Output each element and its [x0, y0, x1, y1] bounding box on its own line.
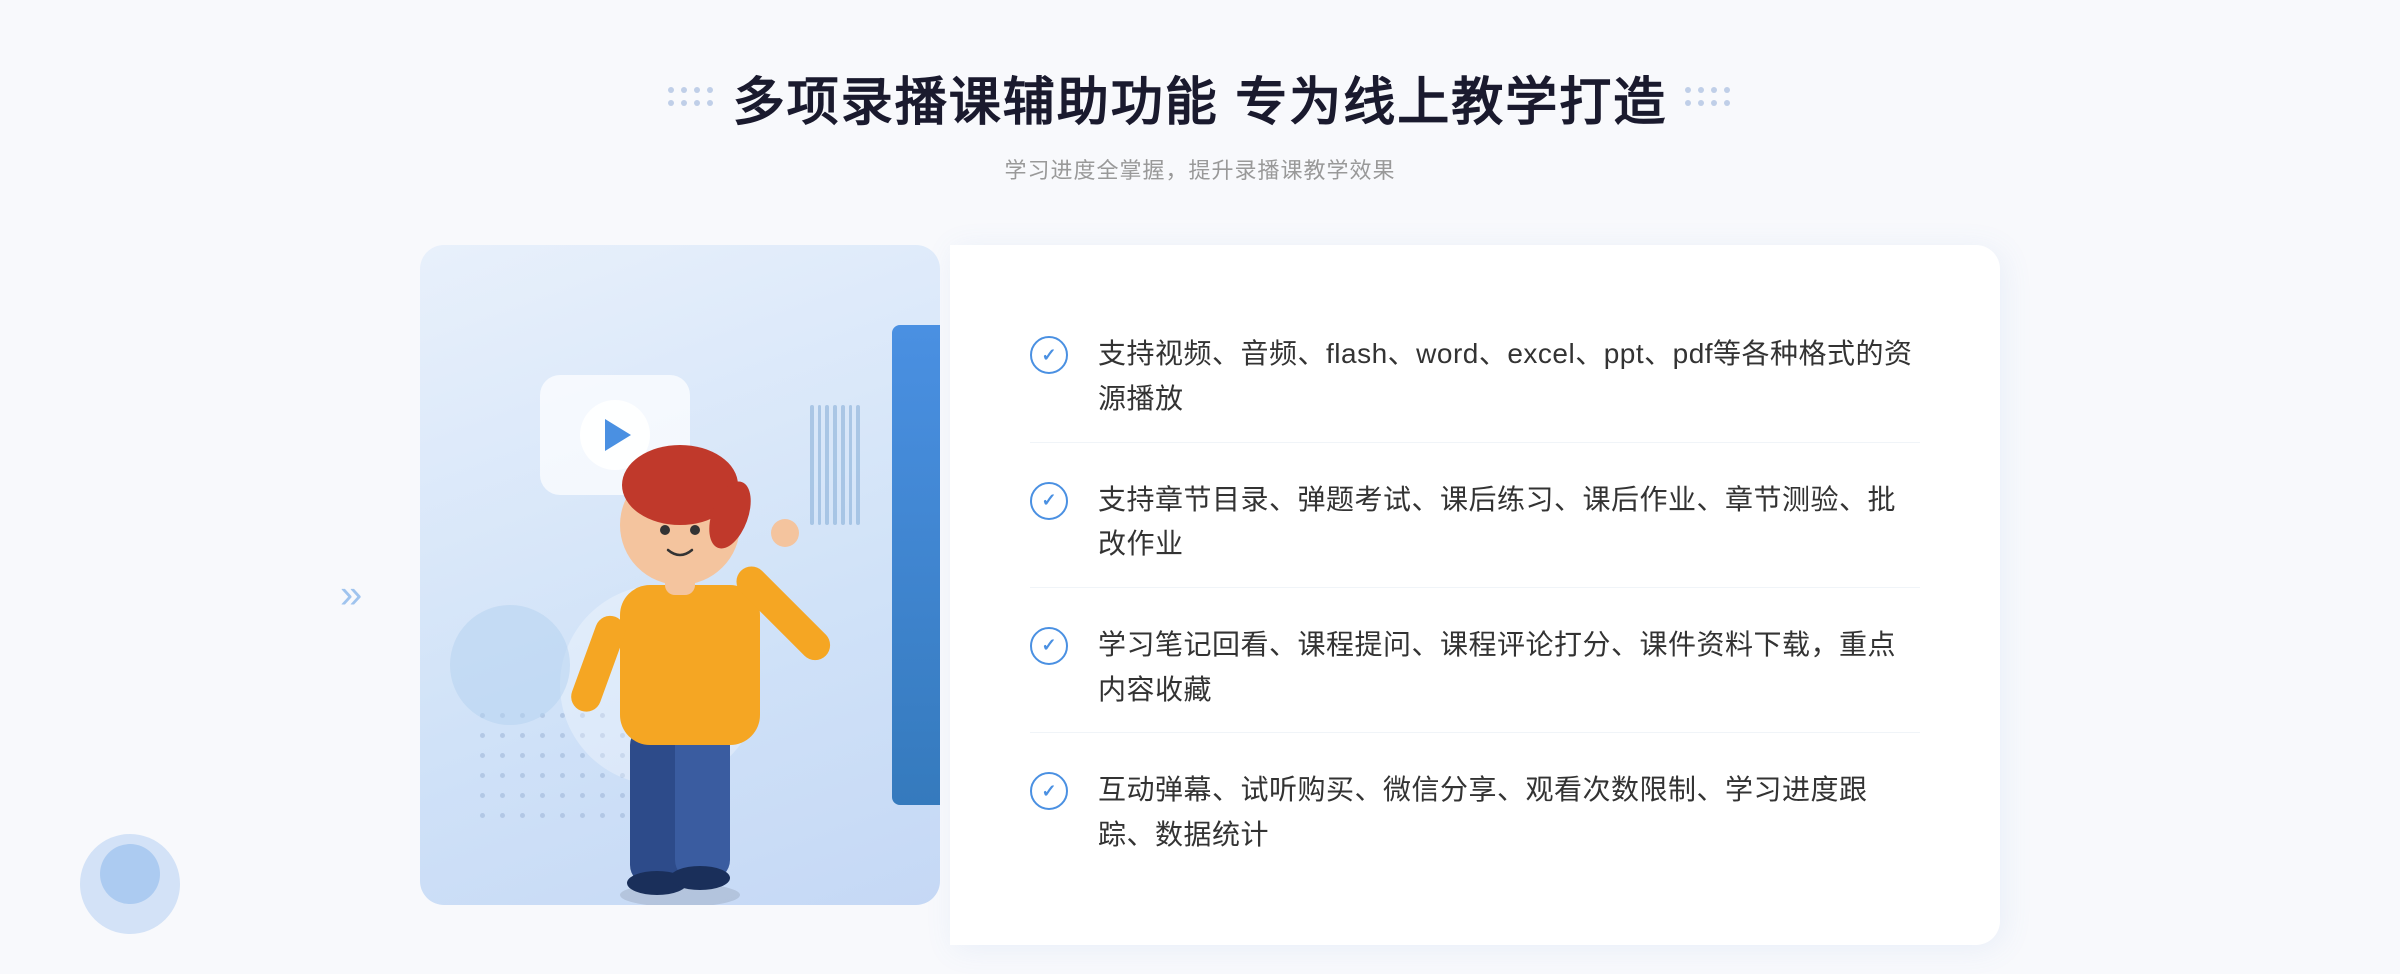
feature-item-2: ✓ 支持章节目录、弹题考试、课后练习、课后作业、章节测验、批改作业 — [1030, 458, 1920, 589]
check-icon-1: ✓ — [1030, 336, 1068, 374]
check-icon-4: ✓ — [1030, 772, 1068, 810]
feature-item-4: ✓ 互动弹幕、试听购买、微信分享、观看次数限制、学习进度跟踪、数据统计 — [1030, 748, 1920, 878]
feature-item-3: ✓ 学习笔记回看、课程提问、课程评论打分、课件资料下载，重点内容收藏 — [1030, 603, 1920, 734]
feature-item-1: ✓ 支持视频、音频、flash、word、excel、ppt、pdf等各种格式的… — [1030, 312, 1920, 443]
feature-text-2: 支持章节目录、弹题考试、课后练习、课后作业、章节测验、批改作业 — [1098, 478, 1920, 568]
main-title: 多项录播课辅助功能 专为线上教学打造 — [733, 60, 1667, 135]
page-wrapper: 多项录播课辅助功能 专为线上教学打造 学习进度全掌握，提升录播课教学效果 » — [0, 0, 2400, 974]
check-mark-4: ✓ — [1041, 781, 1056, 802]
check-icon-3: ✓ — [1030, 627, 1068, 665]
check-mark-2: ✓ — [1041, 490, 1056, 511]
subtitle: 学习进度全掌握，提升录播课教学效果 — [1004, 153, 1395, 185]
feature-text-1: 支持视频、音频、flash、word、excel、ppt、pdf等各种格式的资源… — [1098, 332, 1920, 422]
left-dots-decoration — [668, 87, 715, 108]
check-mark-1: ✓ — [1041, 345, 1056, 366]
feature-text-3: 学习笔记回看、课程提问、课程评论打分、课件资料下载，重点内容收藏 — [1098, 623, 1920, 713]
feature-text-4: 互动弹幕、试听购买、微信分享、观看次数限制、学习进度跟踪、数据统计 — [1098, 768, 1920, 858]
right-dots-decoration — [1685, 87, 1732, 108]
person-figure — [500, 385, 860, 905]
check-icon-2: ✓ — [1030, 482, 1068, 520]
content-area: » — [400, 245, 2000, 945]
left-chevrons-decoration: » — [340, 573, 354, 618]
illustration-background — [420, 245, 940, 905]
features-panel: ✓ 支持视频、音频、flash、word、excel、ppt、pdf等各种格式的… — [950, 245, 2000, 945]
illustration-panel — [400, 245, 960, 925]
bottom-left-circle-2 — [100, 844, 160, 904]
check-mark-3: ✓ — [1041, 635, 1056, 656]
title-area: 多项录播课辅助功能 专为线上教学打造 — [668, 60, 1732, 135]
blue-vertical-strip — [892, 325, 940, 805]
